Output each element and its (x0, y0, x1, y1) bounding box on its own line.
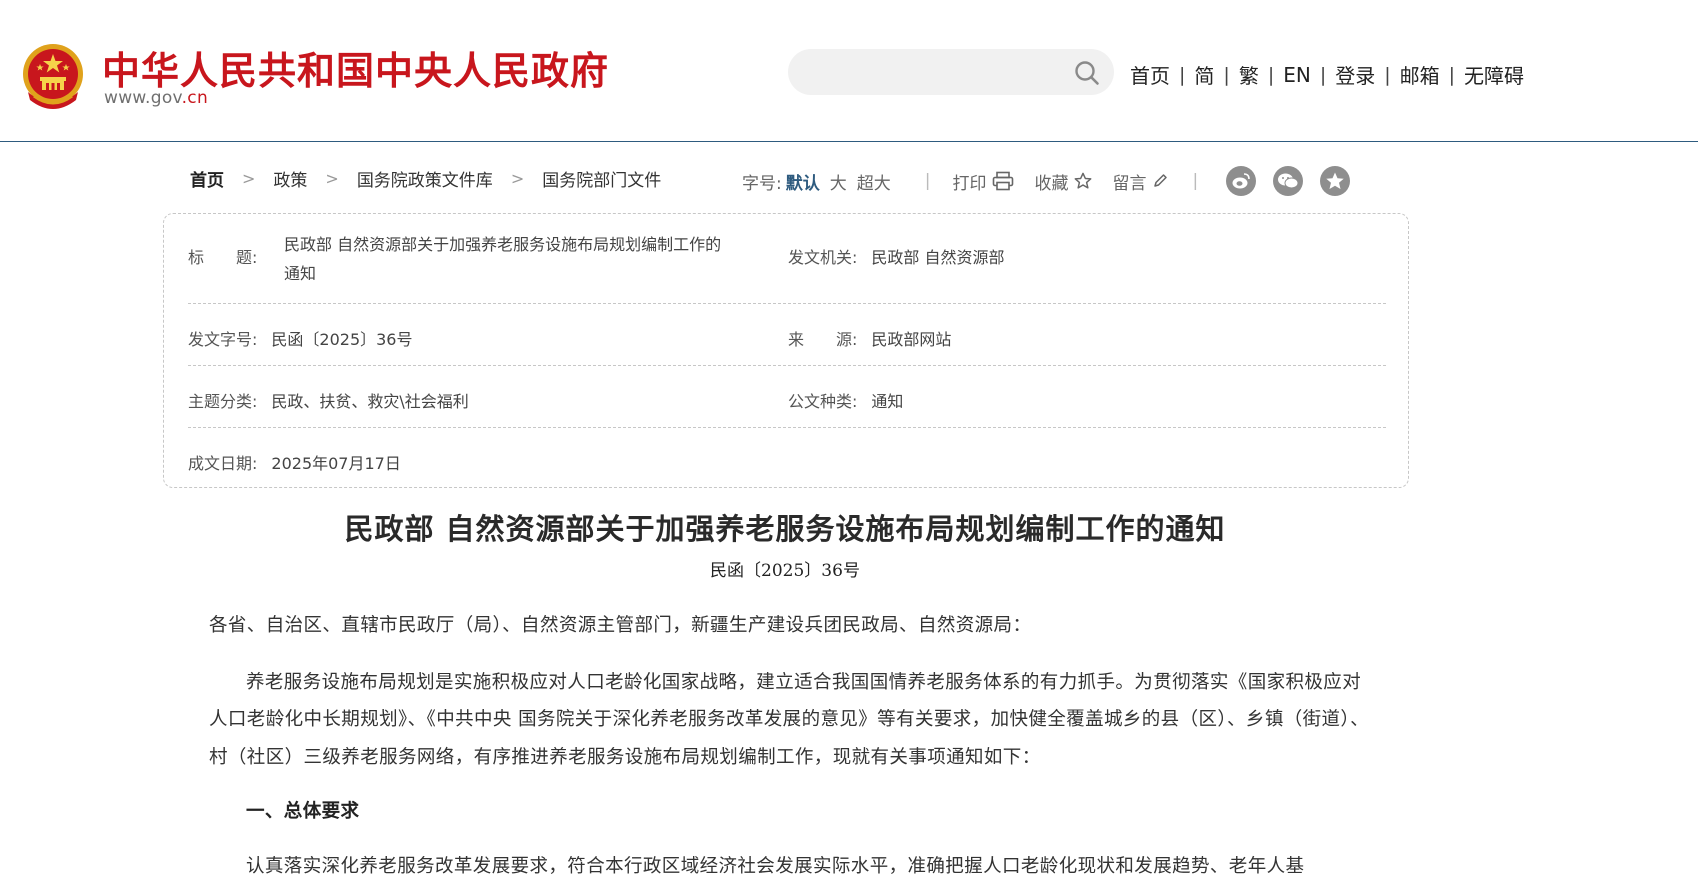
nav-traditional[interactable]: 繁 (1239, 60, 1259, 89)
info-date-value: 2025年07月17日 (271, 454, 401, 473)
breadcrumb-policy[interactable]: 政策 (273, 166, 307, 191)
info-row-topic: 主题分类: 民政、扶贫、救灾\社会福利 公文种类: 通知 (188, 366, 1386, 428)
nav-separator: | (1319, 63, 1327, 86)
info-type-value: 通知 (871, 392, 904, 411)
info-title-line2: 通知 (284, 264, 317, 283)
info-type-label: 公文种类: (788, 392, 858, 411)
nav-accessibility[interactable]: 无障碍 (1464, 60, 1524, 89)
nav-english[interactable]: EN (1283, 63, 1311, 87)
font-size-xlarge[interactable]: 超大 (857, 169, 891, 194)
nav-separator: | (1267, 63, 1275, 86)
info-issuer-value: 民政部 自然资源部 (871, 248, 1005, 267)
info-title-label: 标 题: (188, 248, 258, 267)
article-paragraph: 认真落实深化养老服务改革发展要求，符合本行政区域经济社会发展实际水平，准确把握人… (246, 855, 1305, 877)
share-buttons (1226, 166, 1367, 196)
breadcrumb-arrow-icon: > (242, 169, 256, 188)
info-row-title: 标 题: 民政部 自然资源部关于加强养老服务设施布局规划编制工作的 通知 发文机… (188, 214, 1386, 304)
page-toolbar: 首页 > 政策 > 国务院政策文件库 > 国务院部门文件 字号: 默认 大 超大… (190, 163, 1410, 196)
print-button[interactable]: 打印 (952, 169, 1014, 194)
national-emblem-icon[interactable] (20, 42, 86, 112)
star-icon (1075, 172, 1092, 189)
search-input[interactable] (788, 49, 1114, 95)
document-info-box: 标 题: 民政部 自然资源部关于加强养老服务设施布局规划编制工作的 通知 发文机… (163, 213, 1409, 488)
site-header: 中华人民共和国中央人民政府 www.gov.cn 首页 | 简 | 繁 | EN… (0, 0, 1698, 142)
breadcrumb-department-docs[interactable]: 国务院部门文件 (542, 166, 661, 191)
info-topic-value: 民政、扶贫、救灾\社会福利 (271, 392, 469, 411)
breadcrumb: 首页 > 政策 > 国务院政策文件库 > 国务院部门文件 (190, 166, 661, 191)
nav-mailbox[interactable]: 邮箱 (1400, 60, 1440, 89)
nav-home[interactable]: 首页 (1130, 60, 1170, 89)
weibo-icon (1232, 173, 1251, 189)
nav-separator: | (1179, 63, 1186, 86)
info-issuer-label: 发文机关: (788, 248, 858, 267)
info-docno-label: 发文字号: (188, 330, 258, 349)
domain-main: www.gov (104, 88, 182, 108)
info-docno-value: 民函〔2025〕36号 (271, 330, 413, 349)
info-source-label: 来 源: (788, 330, 858, 349)
favorite-button[interactable]: 收藏 (1034, 169, 1092, 194)
article-paragraph: 养老服务设施布局规划是实施积极应对人口老龄化国家战略，建立适合我国国情养老服务体… (209, 671, 1369, 768)
nav-simplified[interactable]: 简 (1194, 60, 1214, 89)
search-icon[interactable] (1074, 60, 1100, 86)
domain-suffix: .cn (181, 88, 209, 108)
site-title[interactable]: 中华人民共和国中央人民政府 (102, 40, 609, 95)
font-size-label: 字号: (742, 173, 782, 194)
nav-login[interactable]: 登录 (1335, 60, 1375, 89)
print-label: 打印 (952, 173, 987, 194)
info-title-value: 民政部 自然资源部关于加强养老服务设施布局规划编制工作的 通知 (284, 230, 784, 288)
tools-separator: | (1192, 171, 1199, 191)
font-size-default[interactable]: 默认 (786, 169, 820, 194)
article-body: 各省、自治区、直辖市民政厅（局）、自然资源主管部门，新疆生产建设兵团民政局、自然… (209, 607, 1374, 889)
site-domain: www.gov.cn (104, 88, 208, 108)
font-size-large[interactable]: 大 (830, 169, 847, 194)
nav-separator: | (1384, 63, 1391, 86)
breadcrumb-arrow-icon: > (510, 169, 525, 188)
info-type: 公文种类: 通知 (788, 388, 903, 412)
info-date: 成文日期: 2025年07月17日 (188, 450, 401, 474)
nav-separator: | (1448, 63, 1456, 86)
article-tools: 字号: 默认 大 超大 | 打印 收藏 留言 | (742, 166, 1367, 196)
breadcrumb-home[interactable]: 首页 (190, 166, 224, 191)
article-docno: 民函〔2025〕36号 (710, 561, 860, 581)
top-nav: 首页 | 简 | 繁 | EN | 登录 | 邮箱 | 无障碍 (1130, 60, 1524, 89)
info-source: 来 源: 民政部网站 (788, 326, 951, 350)
breadcrumb-arrow-icon: > (325, 169, 339, 188)
breadcrumb-policy-library[interactable]: 国务院政策文件库 (357, 166, 493, 191)
header-divider (0, 141, 1698, 142)
qzone-share-button[interactable] (1320, 166, 1351, 196)
comment-label: 留言 (1112, 173, 1147, 194)
article-title: 民政部 自然资源部关于加强养老服务设施布局规划编制工作的通知 (344, 512, 1226, 546)
info-issuer: 发文机关: 民政部 自然资源部 (788, 244, 1005, 268)
article-greeting: 各省、自治区、直辖市民政厅（局）、自然资源主管部门，新疆生产建设兵团民政局、自然… (209, 615, 1032, 636)
info-title-label-cell: 标 题: (188, 244, 257, 268)
article-section-heading: 一、总体要求 (246, 801, 360, 822)
weibo-share-button[interactable] (1226, 166, 1257, 196)
info-row-docno: 发文字号: 民函〔2025〕36号 来 源: 民政部网站 (188, 304, 1386, 366)
comment-button[interactable]: 留言 (1112, 169, 1168, 194)
qzone-icon (1326, 172, 1344, 189)
nav-separator: | (1223, 63, 1230, 86)
info-topic: 主题分类: 民政、扶贫、救灾\社会福利 (188, 388, 469, 412)
wechat-share-button[interactable] (1273, 166, 1304, 196)
favorite-label: 收藏 (1034, 173, 1069, 194)
printer-icon (993, 171, 1014, 191)
info-title-line1: 民政部 自然资源部关于加强养老服务设施布局规划编制工作的 (284, 235, 722, 254)
info-source-value: 民政部网站 (871, 330, 952, 349)
wechat-icon (1278, 173, 1299, 189)
tools-separator: | (924, 171, 931, 191)
info-row-date: 成文日期: 2025年07月17日 (188, 428, 1386, 488)
pencil-icon (1154, 174, 1168, 187)
info-topic-label: 主题分类: (188, 392, 258, 411)
info-docno: 发文字号: 民函〔2025〕36号 (188, 326, 413, 350)
info-date-label: 成文日期: (188, 454, 258, 473)
